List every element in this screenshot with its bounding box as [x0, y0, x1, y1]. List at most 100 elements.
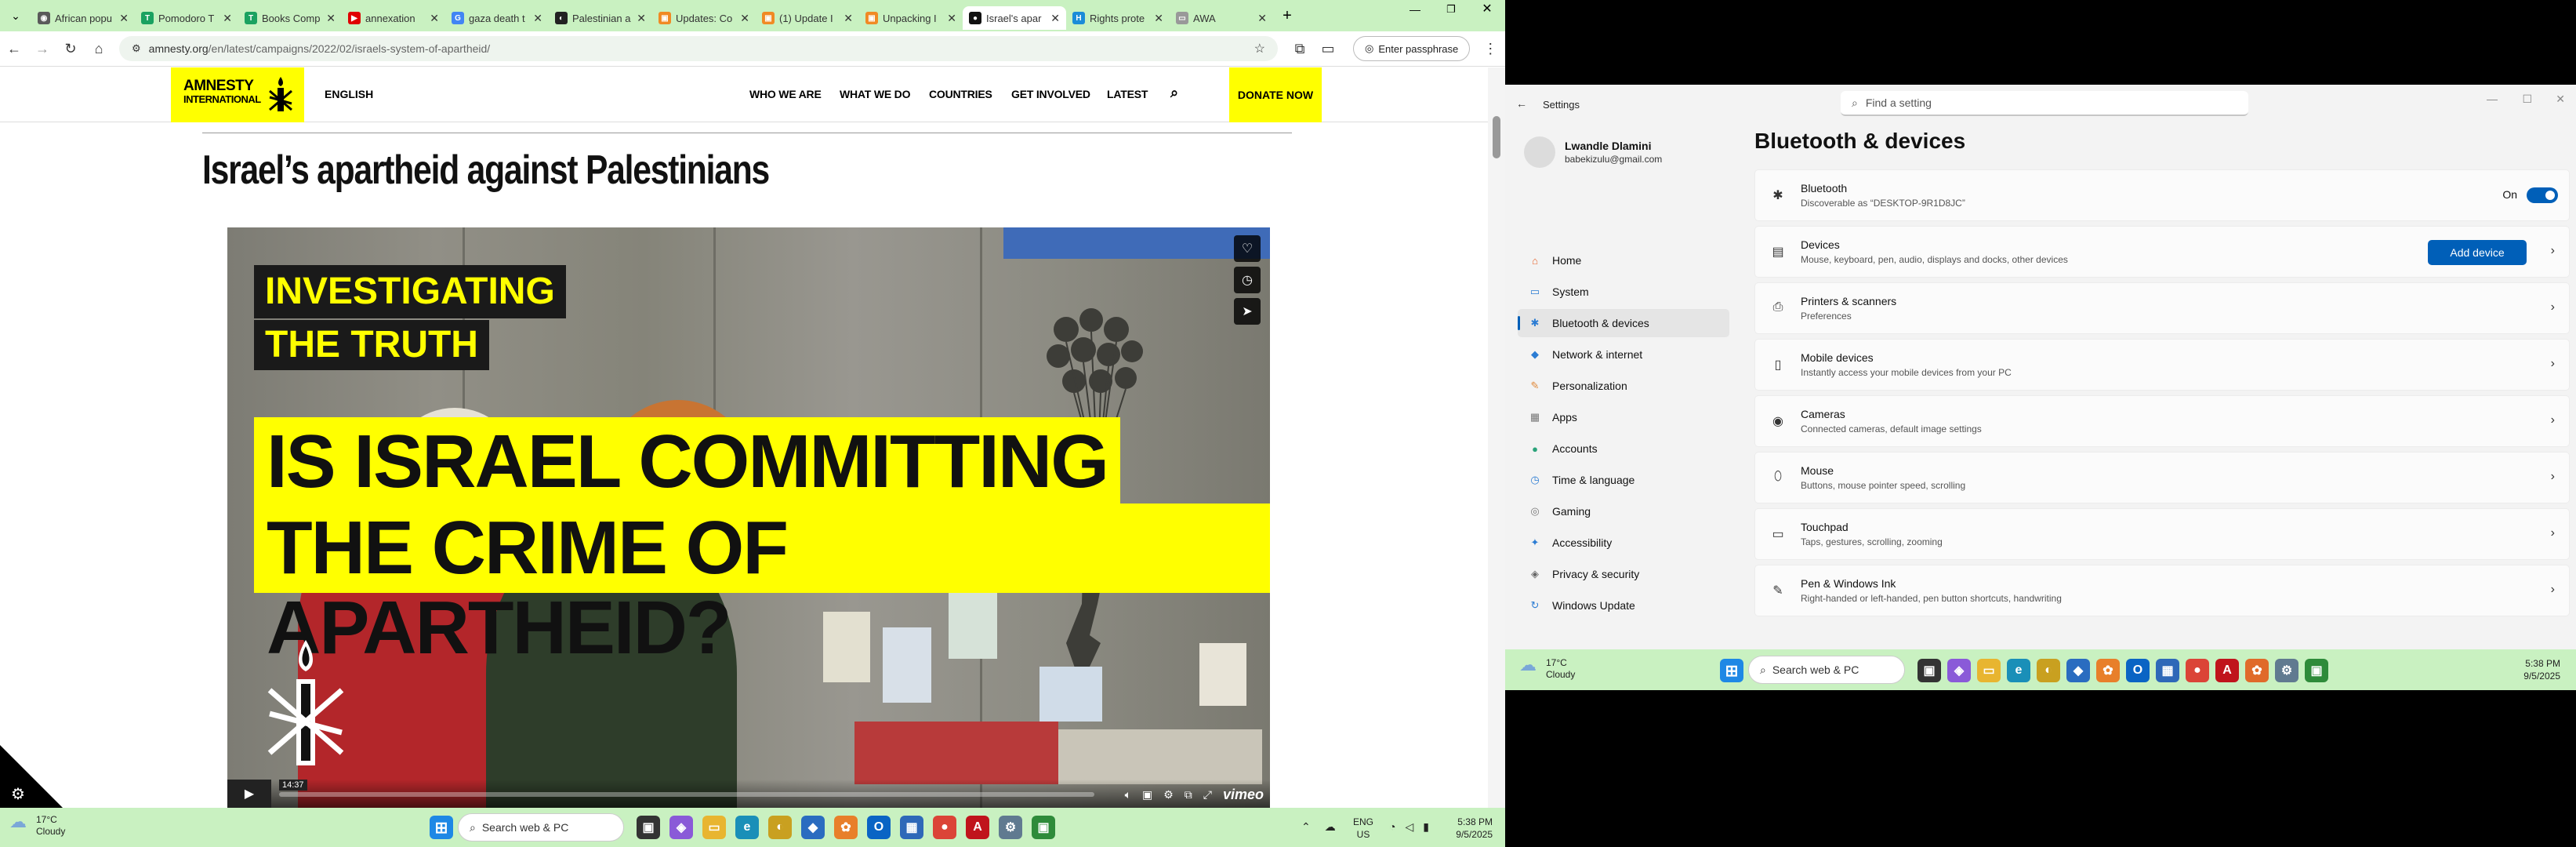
store-icon[interactable]: ▦: [900, 816, 923, 839]
onedrive-icon[interactable]: ☁: [1325, 820, 1336, 834]
taskbar-clock[interactable]: 5:38 PM 9/5/2025: [1456, 816, 1493, 841]
outlook-icon[interactable]: O: [2126, 659, 2150, 682]
browser-tab[interactable]: ▣ Updates: Co ✕: [652, 6, 756, 30]
chrome-icon[interactable]: ●: [2186, 659, 2209, 682]
settings-nav-item[interactable]: ✱ Bluetooth & devices: [1518, 309, 1729, 337]
settings-app-icon[interactable]: ⚙: [2275, 659, 2298, 682]
browser-tab[interactable]: ▣ (1) Update I ✕: [756, 6, 859, 30]
store-icon[interactable]: ▦: [2156, 659, 2179, 682]
battery-icon[interactable]: ▮: [1423, 820, 1429, 834]
fullscreen-icon[interactable]: ⤢: [1203, 788, 1212, 802]
minimize-button[interactable]: —: [2487, 93, 2498, 105]
app-icon[interactable]: ▣: [1032, 816, 1055, 839]
close-tab-icon[interactable]: ✕: [1257, 12, 1267, 25]
settings-nav-item[interactable]: ◷ Time & language: [1518, 466, 1729, 494]
settings-nav-item[interactable]: ✦ Accessibility: [1518, 529, 1729, 557]
nav-get-involved[interactable]: GET INVOLVED: [1011, 88, 1090, 100]
close-tab-icon[interactable]: ✕: [844, 12, 853, 25]
donate-now-button[interactable]: DONATE NOW: [1229, 67, 1322, 122]
settings-nav-item[interactable]: ▭ System: [1518, 278, 1729, 306]
file-explorer-icon[interactable]: ▭: [1977, 659, 2001, 682]
app-icon[interactable]: ◐: [768, 816, 792, 839]
task-view-icon[interactable]: ▣: [1917, 659, 1941, 682]
add-device-button[interactable]: Add device: [2428, 240, 2527, 265]
play-button[interactable]: ▶: [227, 780, 271, 808]
start-icon[interactable]: ⊞: [1720, 659, 1743, 682]
browser-tab[interactable]: T Books Comp ✕: [238, 6, 342, 30]
new-tab-button[interactable]: +: [1273, 7, 1301, 25]
settings-nav-item[interactable]: ⌂ Home: [1518, 246, 1729, 274]
like-icon[interactable]: ♡: [1234, 235, 1261, 262]
pip-icon[interactable]: ⧉: [1185, 788, 1192, 802]
edge-icon[interactable]: e: [735, 816, 759, 839]
weather-widget[interactable]: ☁ 17°C Cloudy: [9, 813, 65, 838]
nav-who-we-are[interactable]: WHO WE ARE: [749, 88, 822, 100]
taskbar-search[interactable]: ⌕ Search web & PC: [458, 813, 624, 842]
task-view-icon[interactable]: ▣: [637, 816, 660, 839]
keyboard-language[interactable]: ENG US: [1353, 816, 1373, 841]
settings-card[interactable]: ▭ Touchpad Taps, gestures, scrolling, zoom…: [1754, 508, 2570, 560]
close-tab-icon[interactable]: ✕: [223, 12, 232, 25]
browser-tab[interactable]: H Rights prote ✕: [1066, 6, 1170, 30]
page-scrollbar[interactable]: [1488, 67, 1505, 808]
home-icon[interactable]: ⌂: [85, 41, 113, 57]
settings-card[interactable]: ⎙ Printers & scanners Preferences ›: [1754, 282, 2570, 334]
settings-nav-item[interactable]: ◆ Network & internet: [1518, 340, 1729, 369]
close-tab-icon[interactable]: ✕: [1050, 12, 1060, 25]
site-info-icon[interactable]: ⚙: [132, 42, 141, 55]
settings-nav-item[interactable]: ● Accounts: [1518, 434, 1729, 463]
edge-icon[interactable]: e: [2007, 659, 2030, 682]
tray-chevron-icon[interactable]: ⌃: [1301, 820, 1311, 834]
weather-widget[interactable]: ☁ 17°C Cloudy: [1519, 656, 1575, 681]
settings-search-input[interactable]: ⌕ Find a setting: [1841, 91, 2248, 116]
speaker-icon[interactable]: ◁: [1405, 820, 1413, 834]
taskbar-search[interactable]: ⌕ Search web & PC: [1748, 656, 1905, 684]
taskbar-clock[interactable]: 5:38 PM 9/5/2025: [2523, 657, 2560, 682]
close-button[interactable]: ✕: [2556, 93, 2565, 106]
settings-nav-item[interactable]: ↻ Windows Update: [1518, 591, 1729, 620]
volume-icon[interactable]: 🔈︎: [1125, 788, 1131, 802]
settings-card[interactable]: ⬯ Mouse Buttons, mouse pointer speed, scro…: [1754, 452, 2570, 503]
reload-icon[interactable]: ↻: [56, 41, 85, 57]
video-player[interactable]: INVESTIGATING THE TRUTH IS ISRAEL COMMIT…: [227, 227, 1270, 808]
settings-nav-item[interactable]: ◎ Gaming: [1518, 497, 1729, 525]
nav-what-we-do[interactable]: WHAT WE DO: [840, 88, 910, 100]
browser-tab[interactable]: ● Israel's apar ✕: [963, 6, 1066, 30]
browser-tab[interactable]: ▶ annexation ✕: [342, 6, 445, 30]
start-icon[interactable]: ⊞: [430, 816, 453, 839]
back-icon[interactable]: ←: [0, 41, 28, 57]
settings-nav-item[interactable]: ✎ Personalization: [1518, 372, 1729, 400]
vimeo-logo[interactable]: vimeo: [1223, 787, 1264, 803]
app-icon[interactable]: ✿: [834, 816, 858, 839]
settings-card[interactable]: ▯ Mobile devices Instantly access your mob…: [1754, 339, 2570, 391]
close-tab-icon[interactable]: ✕: [326, 12, 336, 25]
restore-button[interactable]: ❐: [1433, 0, 1469, 22]
file-explorer-icon[interactable]: ▭: [702, 816, 726, 839]
copilot-icon[interactable]: ◈: [669, 816, 693, 839]
close-tab-icon[interactable]: ✕: [637, 12, 646, 25]
app-icon[interactable]: ◆: [2066, 659, 2090, 682]
search-icon[interactable]: ⌕: [1170, 85, 1178, 101]
close-tab-icon[interactable]: ✕: [1154, 12, 1163, 25]
watch-later-icon[interactable]: ◷: [1234, 267, 1261, 293]
app-icon[interactable]: ▣: [2305, 659, 2328, 682]
profile-icon[interactable]: ▭: [1314, 41, 1342, 57]
nav-latest[interactable]: LATEST: [1107, 88, 1148, 100]
app-icon[interactable]: ✿: [2245, 659, 2269, 682]
amnesty-logo[interactable]: AMNESTY INTERNATIONAL: [171, 67, 304, 122]
browser-tab[interactable]: T Pomodoro T ✕: [135, 6, 238, 30]
browser-tab[interactable]: ▭ AWA ✕: [1170, 6, 1273, 30]
close-tab-icon[interactable]: ✕: [430, 12, 439, 25]
acrobat-icon[interactable]: A: [966, 816, 989, 839]
chrome-icon[interactable]: ●: [933, 816, 956, 839]
settings-card[interactable]: ▤ Devices Mouse, keyboard, pen, audio, dis…: [1754, 226, 2570, 278]
settings-nav-item[interactable]: ▦ Apps: [1518, 403, 1729, 431]
share-icon[interactable]: ➤: [1234, 298, 1261, 325]
enter-passphrase-button[interactable]: ◎ Enter passphrase: [1353, 36, 1471, 61]
close-tab-icon[interactable]: ✕: [740, 12, 749, 25]
progress-bar[interactable]: [279, 792, 1094, 797]
settings-icon[interactable]: ⚙: [1163, 788, 1174, 802]
address-bar[interactable]: ⚙ amnesty.org/en/latest/campaigns/2022/0…: [119, 36, 1278, 61]
browser-tab[interactable]: ◉ African popu ✕: [31, 6, 135, 30]
bluetooth-toggle[interactable]: [2527, 187, 2558, 203]
